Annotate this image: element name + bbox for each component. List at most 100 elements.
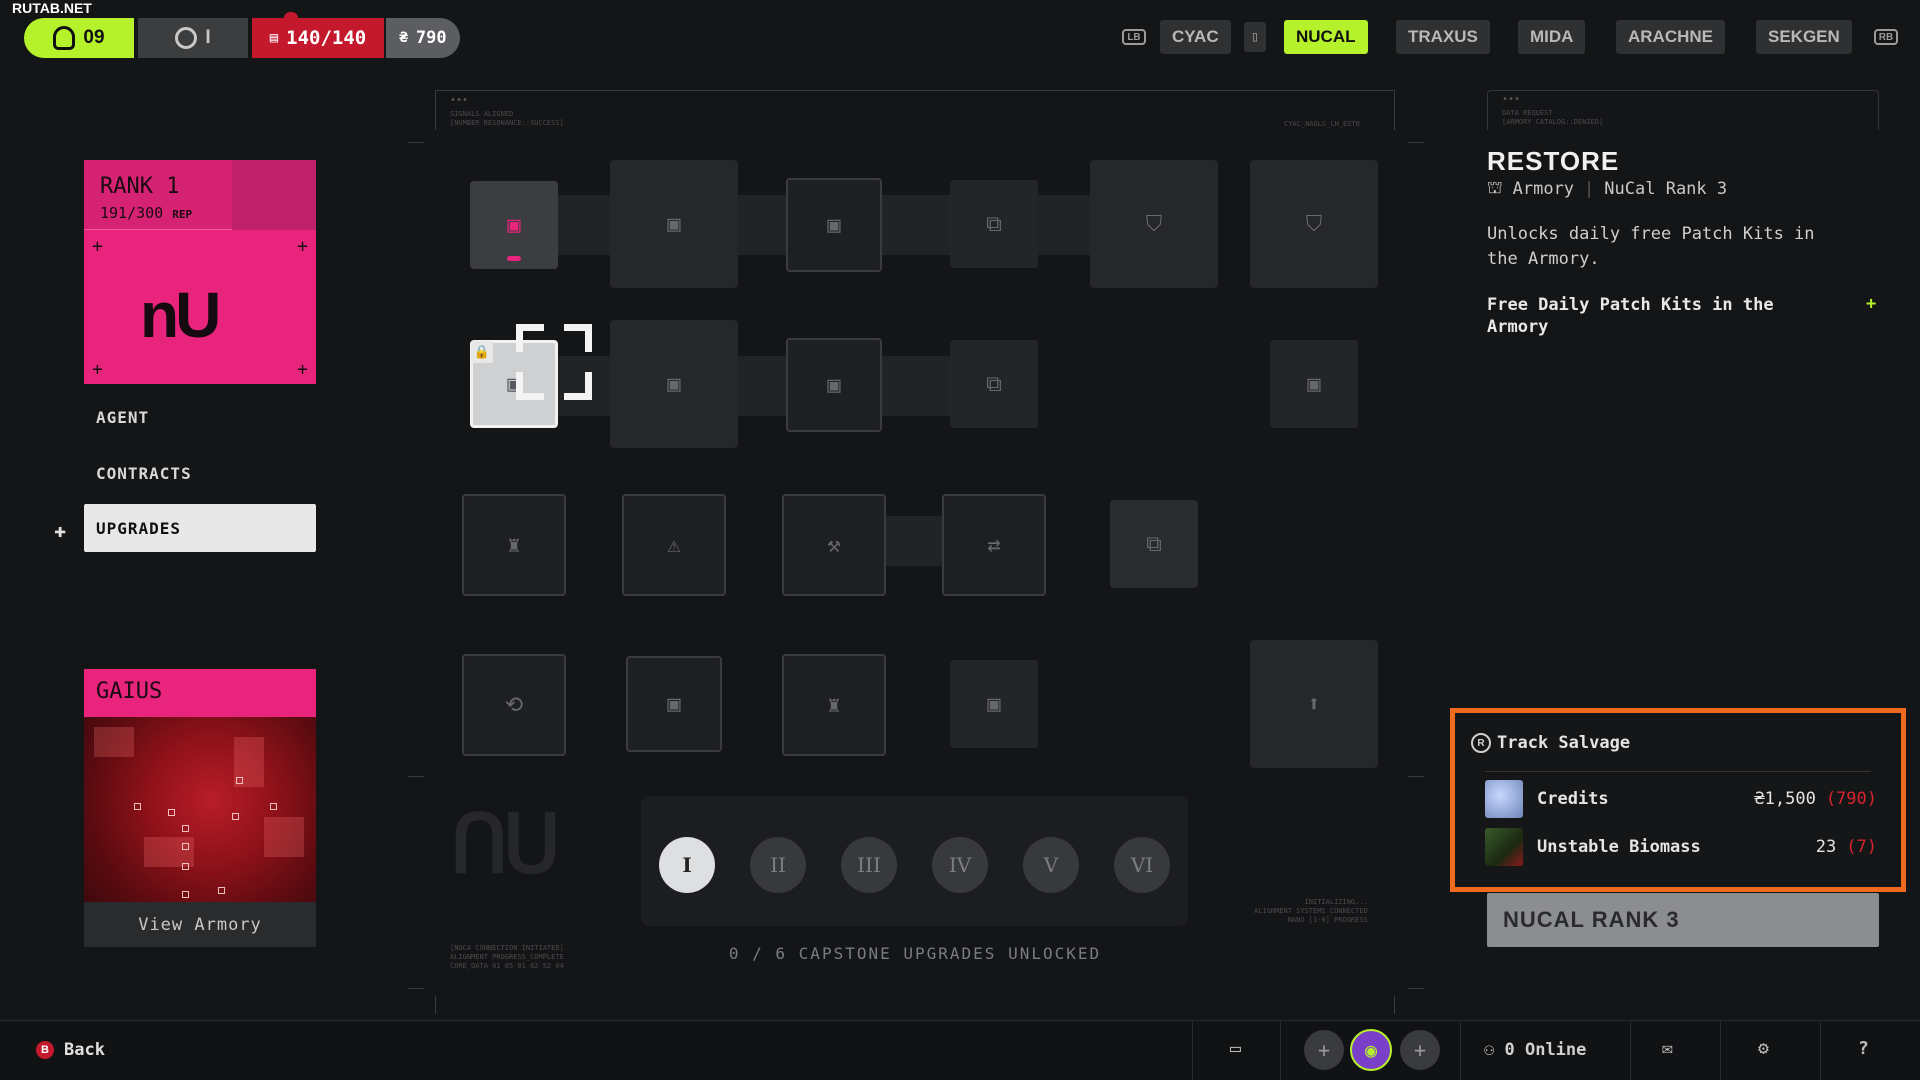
- upgrade-node[interactable]: ⛉: [1090, 160, 1218, 288]
- salvage-name: Credits: [1537, 789, 1609, 809]
- patch-kit-icon: ▣: [987, 691, 1001, 717]
- handler-header: GAIUS: [84, 669, 316, 717]
- frame-tick: [408, 142, 424, 143]
- view-armory-label: View Armory: [138, 914, 262, 935]
- nav-label: AGENT: [96, 407, 150, 427]
- salvage-title: Track Salvage: [1497, 733, 1631, 753]
- tab-arachne[interactable]: ARACHNE: [1616, 20, 1725, 54]
- frame-tick: [1408, 142, 1424, 143]
- armory-icon: ⛫: [1487, 178, 1503, 198]
- upgrade-node[interactable]: ▣: [1270, 340, 1358, 428]
- track-salvage-panel[interactable]: R Track Salvage Credits ₴1,500 (790) Uns…: [1450, 708, 1906, 892]
- party-slot-self-avatar[interactable]: ◉: [1350, 1029, 1392, 1071]
- upgrade-node[interactable]: ▣: [610, 320, 738, 448]
- upgrade-description: Unlocks daily free Patch Kits in the Arm…: [1487, 224, 1815, 269]
- tier-button-1[interactable]: I: [659, 837, 715, 893]
- currency-badge[interactable]: ₴ 790: [386, 18, 460, 58]
- frame-footer-right-text: INITIALIZING... ALIGNMENT SYSTEMS CONNEC…: [1254, 898, 1368, 924]
- salvage-required: ₴1,500: [1754, 789, 1815, 809]
- view-armory-button[interactable]: View Armory: [84, 902, 316, 947]
- bottom-separator: [1630, 1020, 1631, 1080]
- upgrade-node[interactable]: ♜: [462, 494, 566, 596]
- alert-shield-icon: ⚠: [667, 532, 681, 558]
- upgrade-node-restore[interactable]: ▣: [470, 181, 558, 269]
- tier-button-4[interactable]: IV: [932, 837, 988, 893]
- unlock-requirement-button[interactable]: NUCAL RANK 3: [1487, 893, 1879, 947]
- tier-button-3[interactable]: III: [841, 837, 897, 893]
- upgrade-node[interactable]: ⧉: [1110, 500, 1198, 588]
- tier-button-5[interactable]: V: [1023, 837, 1079, 893]
- upgrade-node[interactable]: ▣: [950, 660, 1038, 748]
- nav-contracts[interactable]: CONTRACTS: [84, 449, 316, 497]
- details-frame: ••• DATA REQUEST [ARMORY CATALOG::DENIED…: [1487, 90, 1879, 130]
- capstone-progress: 0 / 6 CAPSTONE UPGRADES UNLOCKED: [728, 944, 1102, 963]
- upgrade-node[interactable]: ⇄: [942, 494, 1046, 596]
- b-button-icon[interactable]: B: [36, 1041, 54, 1059]
- nav-agent[interactable]: AGENT: [84, 393, 316, 441]
- upgrade-node[interactable]: ⧉: [950, 340, 1038, 428]
- lb-button-icon[interactable]: LB: [1122, 29, 1146, 45]
- extract-badge[interactable]: I: [138, 18, 248, 58]
- upgrade-node[interactable]: ⧉: [950, 180, 1038, 268]
- salvage-row-biomass: Unstable Biomass 23 (7): [1485, 827, 1877, 867]
- details-frame-text: DATA REQUEST [ARMORY CATALOG::DENIED]: [1502, 109, 1604, 126]
- corner-plus-icon: +: [297, 236, 308, 257]
- tier-button-6[interactable]: VI: [1114, 837, 1170, 893]
- party-slot-add-button[interactable]: +: [1400, 1030, 1440, 1070]
- selection-cursor-icon: [516, 324, 592, 400]
- tab-traxus[interactable]: TRAXUS: [1396, 20, 1490, 54]
- upgrade-node[interactable]: ▣: [786, 338, 882, 432]
- corner-plus-icon: +: [92, 236, 103, 257]
- friends-icon: ⚇: [1484, 1040, 1495, 1060]
- upgrade-node[interactable]: ▣: [626, 656, 722, 752]
- online-status[interactable]: ⚇ 0 Online: [1484, 1040, 1586, 1060]
- tab-label: MIDA: [1530, 27, 1574, 46]
- tab-label: SEKGEN: [1768, 27, 1840, 46]
- health-badge[interactable]: ▤ 140/140: [252, 12, 384, 58]
- rb-button-icon[interactable]: RB: [1874, 29, 1898, 45]
- salvage-required: 23: [1815, 837, 1837, 857]
- mail-icon[interactable]: ✉: [1662, 1038, 1673, 1059]
- settings-gear-icon[interactable]: ⚙: [1758, 1038, 1769, 1059]
- upgrade-node[interactable]: ▣: [786, 178, 882, 272]
- tab-mida[interactable]: MIDA: [1518, 20, 1586, 54]
- upgrade-meta: ⛫ Armory | NuCal Rank 3: [1487, 178, 1727, 200]
- currency-icon: ₴: [399, 30, 408, 46]
- frame-header-left-text: SIGNALS ALIGNED [NUMBER RESONANCE::SUCCE…: [450, 110, 564, 127]
- upgrade-node[interactable]: ⛉: [1250, 160, 1378, 288]
- tab-cyac[interactable]: CYAC: [1160, 20, 1231, 54]
- tab-sekgen[interactable]: SEKGEN: [1756, 20, 1852, 54]
- nav-label: CONTRACTS: [96, 463, 192, 483]
- body-armor-icon: ♜: [827, 692, 841, 718]
- upgrade-node[interactable]: ▣: [610, 160, 738, 288]
- frame-left-line: [435, 90, 436, 130]
- frame-tick: [1394, 996, 1395, 1014]
- patch-kit-upgrade-icon: ⬆: [1307, 691, 1321, 717]
- handler-name: GAIUS: [96, 679, 163, 704]
- back-button[interactable]: Back: [64, 1040, 105, 1060]
- upgrade-node[interactable]: ⬆: [1250, 640, 1378, 768]
- tools-icon: ⚒: [827, 532, 841, 558]
- swap-icon: ⇄: [987, 532, 1001, 558]
- party-slot-add-button[interactable]: +: [1304, 1030, 1344, 1070]
- upgrade-category: Armory: [1512, 179, 1575, 199]
- body-armor-icon: ♜: [507, 532, 521, 558]
- patch-kit-icon: ▣: [667, 371, 681, 397]
- lock-icon: 🔒: [471, 341, 493, 363]
- tab-nucal[interactable]: NUCAL: [1284, 20, 1368, 54]
- nav-upgrades[interactable]: UPGRADES: [84, 504, 316, 552]
- tier-button-2[interactable]: II: [750, 837, 806, 893]
- online-count: 0 Online: [1504, 1040, 1587, 1060]
- upgrade-node[interactable]: ♜: [782, 654, 886, 756]
- handler-card[interactable]: GAIUS View Armory: [84, 669, 316, 947]
- patch-kit-icon: ▣: [827, 372, 841, 398]
- nav-label: UPGRADES: [96, 518, 182, 538]
- upgrade-node[interactable]: ⚒: [782, 494, 886, 596]
- chat-icon[interactable]: ▭: [1230, 1038, 1241, 1059]
- upgrade-node[interactable]: ⚠: [622, 494, 726, 596]
- upgrade-node[interactable]: ⟲: [462, 654, 566, 756]
- help-icon[interactable]: ?: [1858, 1038, 1869, 1059]
- level-badge[interactable]: 09: [24, 18, 134, 58]
- tab-label: ARACHNE: [1628, 27, 1713, 46]
- frame-tick: [1408, 776, 1424, 777]
